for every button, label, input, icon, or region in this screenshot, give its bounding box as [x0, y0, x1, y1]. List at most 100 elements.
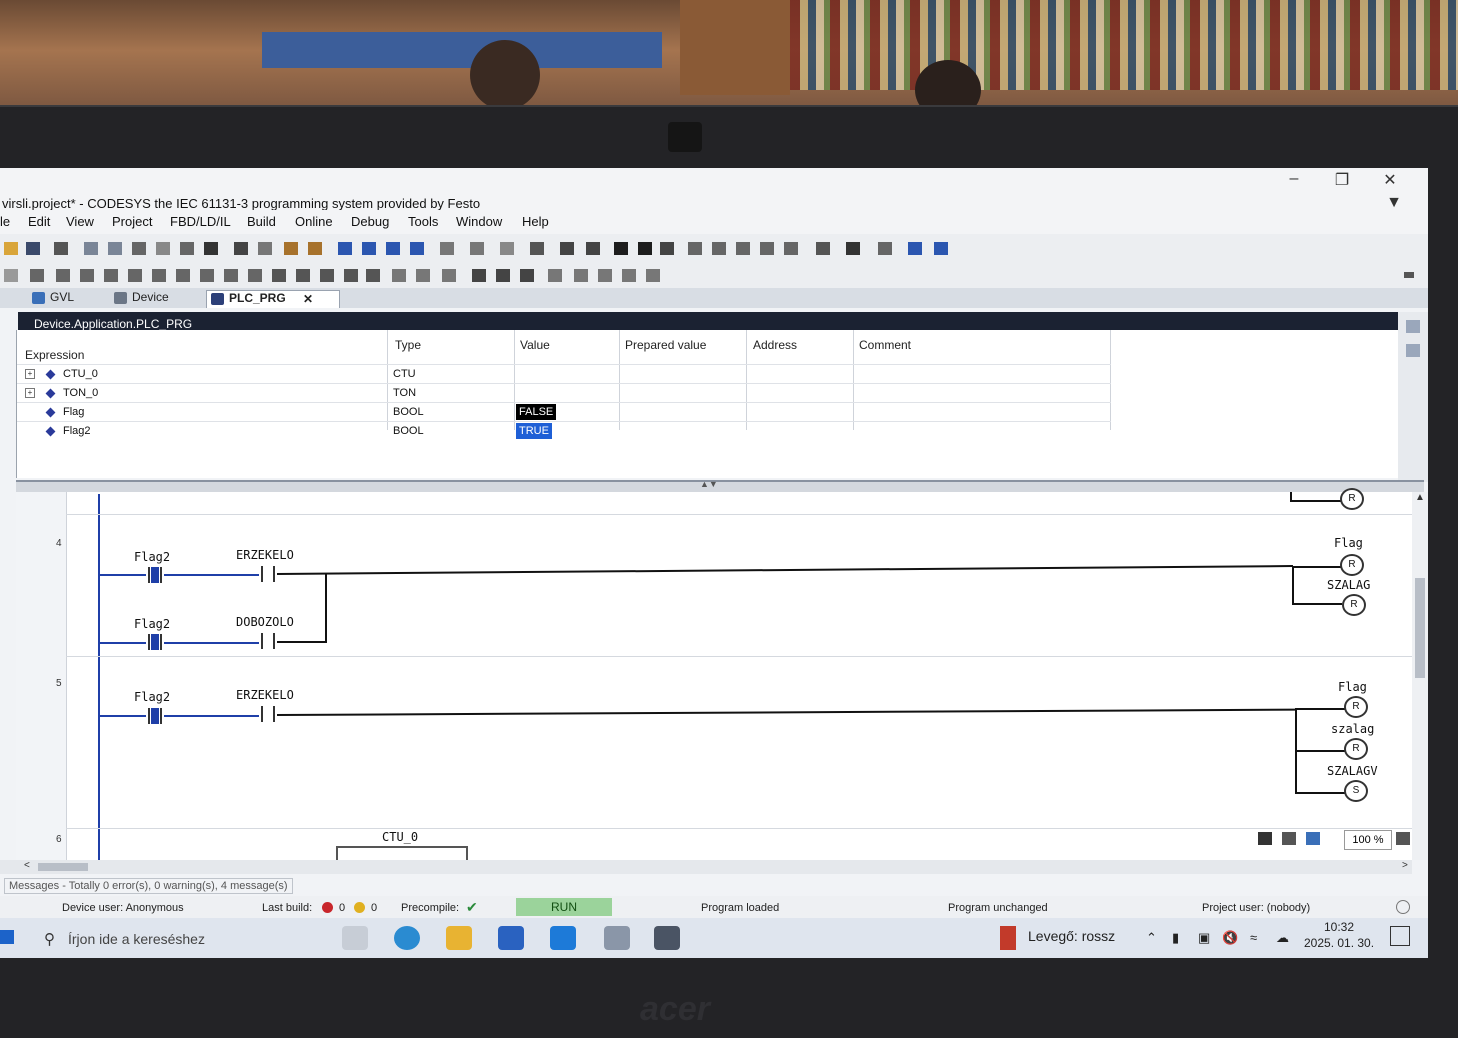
logout-icon[interactable] [586, 242, 600, 255]
insert-box-en-icon[interactable] [416, 269, 430, 282]
scroll-up-icon[interactable]: ▲ [1415, 492, 1425, 503]
insert-coil-icon[interactable] [30, 269, 44, 282]
online-config-icon[interactable] [530, 242, 544, 255]
insert-falling-edge-icon[interactable] [248, 269, 262, 282]
messages-summary[interactable]: Messages - Totally 0 error(s), 0 warning… [4, 878, 293, 894]
undo-icon[interactable] [84, 242, 98, 255]
task-view-icon[interactable] [342, 926, 368, 950]
insert-reset-coil-icon[interactable] [200, 269, 214, 282]
contact-dobozolo[interactable] [259, 633, 277, 649]
set-reset-icon[interactable] [574, 269, 588, 282]
menu-project[interactable]: Project [112, 214, 152, 229]
cut-icon[interactable] [132, 242, 146, 255]
insert-label-icon[interactable] [344, 269, 358, 282]
menu-build[interactable]: Build [247, 214, 276, 229]
menu-fbd-ld-il[interactable]: FBD/LD/IL [170, 214, 231, 229]
scroll-thumb[interactable] [1415, 578, 1425, 678]
contact-flag2[interactable] [146, 634, 164, 650]
menu-tools[interactable]: Tools [408, 214, 438, 229]
branch-end-icon[interactable] [646, 269, 660, 282]
scroll-left-icon[interactable]: < [24, 860, 30, 871]
set-coil-szalagv[interactable]: S [1344, 780, 1368, 802]
device-icon[interactable]: ▣ [1198, 930, 1210, 946]
parallel-branch-icon[interactable] [598, 269, 612, 282]
open-icon[interactable] [4, 242, 18, 255]
mail-icon[interactable] [550, 926, 576, 950]
zoom-level[interactable]: 100 % [1344, 830, 1392, 850]
clock-date[interactable]: 2025. 01. 30. [1304, 936, 1374, 950]
write-values-icon[interactable] [816, 242, 830, 255]
paste-icon[interactable] [180, 242, 194, 255]
col-divider[interactable] [853, 330, 854, 430]
insert-input-icon[interactable] [442, 269, 456, 282]
device-icon[interactable] [440, 242, 454, 255]
close-tab-icon[interactable]: ✕ [303, 292, 313, 306]
horizontal-scrollbar[interactable]: < > [0, 860, 1412, 874]
ladder-editor[interactable]: 4 5 6 R Flag2 ERZEKELO Flag2 DOBOZOLO Fl… [16, 488, 1412, 860]
table-view-icon[interactable] [1406, 344, 1420, 357]
step-over-icon[interactable] [712, 242, 726, 255]
value-false-badge[interactable]: FALSE [516, 404, 557, 420]
menu-debug[interactable]: Debug [351, 214, 389, 229]
settings-icon[interactable] [908, 242, 922, 255]
edge-detect-icon[interactable] [548, 269, 562, 282]
rebuild-icon[interactable] [362, 242, 376, 255]
close-window-button[interactable]: ✕ [1370, 170, 1410, 190]
pointer-icon[interactable] [1258, 832, 1272, 845]
expand-icon[interactable]: + [25, 388, 35, 398]
insert-empty-box-icon[interactable] [392, 269, 406, 282]
menu-help[interactable]: Help [522, 214, 549, 229]
login-icon[interactable] [560, 242, 574, 255]
replace-icon[interactable] [258, 242, 272, 255]
reset-coil[interactable]: R [1340, 488, 1364, 510]
insert-set-coil-icon[interactable] [176, 269, 190, 282]
run-to-cursor-icon[interactable] [784, 242, 798, 255]
insert-rising-edge-icon[interactable] [224, 269, 238, 282]
menu-edit[interactable]: Edit [28, 214, 50, 229]
col-divider[interactable] [619, 330, 620, 430]
col-divider[interactable] [387, 330, 388, 430]
weather-status[interactable]: Levegő: rossz [1028, 928, 1115, 944]
col-header-address[interactable]: Address [753, 338, 797, 352]
app-icon[interactable] [654, 926, 680, 950]
force-values-icon[interactable] [846, 242, 860, 255]
insert-assignment-icon[interactable] [366, 269, 380, 282]
menu-file[interactable]: le [0, 214, 10, 229]
menu-window[interactable]: Window [456, 214, 502, 229]
cart-icon[interactable] [878, 242, 892, 255]
zoom-icon[interactable] [1306, 832, 1320, 845]
reset-icon[interactable] [660, 242, 674, 255]
splitter-arrows-icon[interactable]: ▲▼ [700, 479, 718, 489]
col-divider[interactable] [514, 330, 515, 430]
function-block-top[interactable] [336, 846, 468, 848]
copy-icon[interactable] [156, 242, 170, 255]
menu-view[interactable]: View [66, 214, 94, 229]
generate-code-icon[interactable] [410, 242, 424, 255]
bookmark-next-icon[interactable] [308, 242, 322, 255]
col-header-expression[interactable]: Expression [25, 348, 84, 362]
reset-coil-szalag[interactable]: R [1342, 594, 1366, 616]
air-quality-icon[interactable] [1000, 926, 1016, 950]
cloud-icon[interactable]: ☁ [1276, 930, 1289, 946]
insert-network-icon[interactable] [272, 269, 286, 282]
minimize-button[interactable]: – [1274, 170, 1314, 188]
stop-icon[interactable] [638, 242, 652, 255]
clean-icon[interactable] [386, 242, 400, 255]
download-icon[interactable] [500, 242, 514, 255]
reset-coil-flag[interactable]: R [1340, 554, 1364, 576]
step-out-icon[interactable] [760, 242, 774, 255]
notifications-icon[interactable] [1390, 926, 1410, 946]
find-icon[interactable] [234, 242, 248, 255]
codesys-app-icon[interactable] [604, 926, 630, 950]
tray-chevron-icon[interactable]: ⌃ [1146, 930, 1157, 946]
reset-coil-szalag[interactable]: R [1344, 738, 1368, 760]
insert-parallel-contact-icon[interactable] [56, 269, 70, 282]
windows-start-icon[interactable] [0, 930, 14, 944]
insert-jump-icon[interactable] [128, 269, 142, 282]
vertical-scrollbar[interactable]: ▲ [1412, 492, 1428, 860]
expand-icon[interactable]: + [25, 369, 35, 379]
insert-negated-contact-icon[interactable] [80, 269, 94, 282]
taskbar-search-box[interactable]: ⚲ Írjon ide a kereséshez [36, 922, 326, 954]
col-header-type[interactable]: Type [395, 338, 421, 352]
info-icon[interactable] [1396, 900, 1410, 914]
